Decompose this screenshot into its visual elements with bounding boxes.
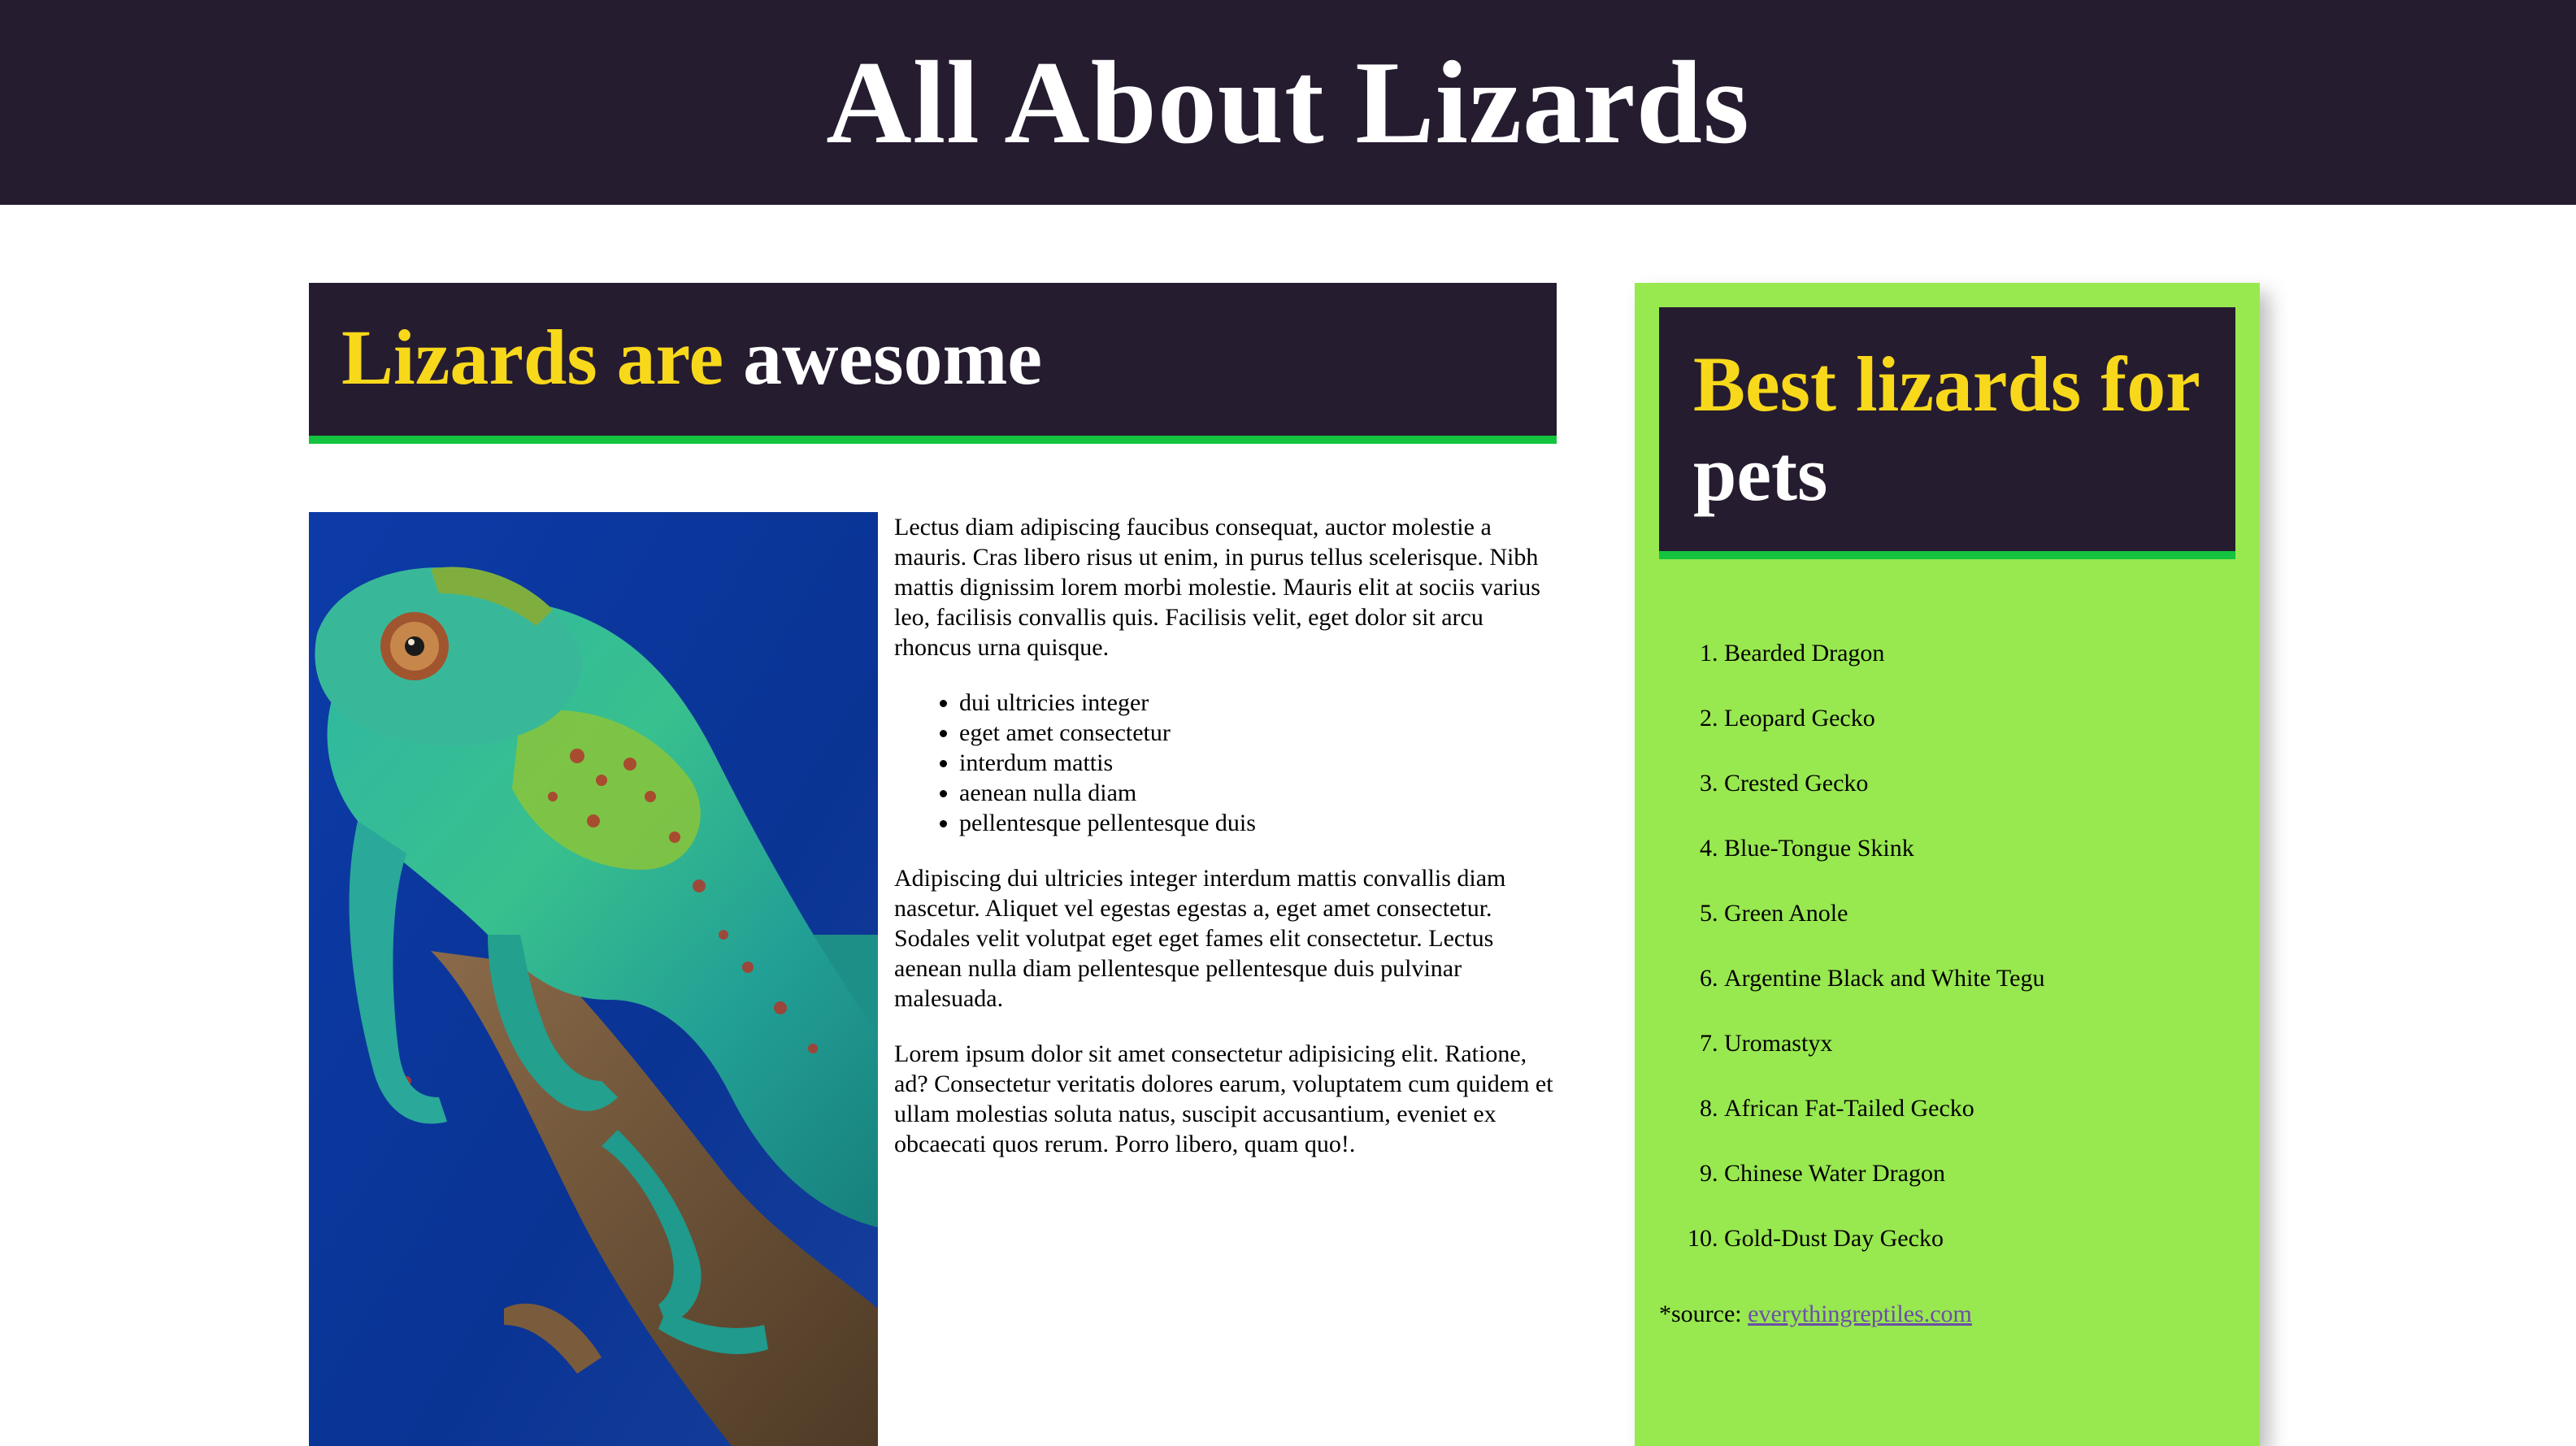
list-item: pellentesque pellentesque duis — [959, 808, 1557, 838]
list-item: Uromastyx — [1724, 1023, 2293, 1088]
article-paragraph-3: Lorem ipsum dolor sit amet consectetur a… — [894, 1040, 1553, 1157]
site-header: All About Lizards — [0, 0, 2576, 205]
chameleon-illustration — [309, 512, 878, 1446]
source-link[interactable]: everythingreptiles.com — [1748, 1301, 1972, 1327]
article-paragraph-1: Lectus diam adipiscing faucibus consequa… — [894, 514, 1540, 661]
sidebar-heading-highlight: Best lizards for — [1693, 341, 2200, 428]
list-item: Argentine Black and White Tegu — [1724, 957, 2293, 1023]
article-heading-rest: awesome — [743, 314, 1043, 401]
sidebar-heading-rest: pets — [1693, 430, 1828, 517]
article-heading-highlight: Lizards are — [341, 314, 724, 401]
source-line: *source: everythingreptiles.com — [1659, 1301, 1972, 1328]
article-bullet-list: dui ultricies integer eget amet consecte… — [894, 688, 1557, 838]
list-item: African Fat-Tailed Gecko — [1724, 1088, 2293, 1153]
list-item: Chinese Water Dragon — [1724, 1153, 2293, 1218]
best-pets-list: Bearded Dragon Leopard Gecko Crested Gec… — [1659, 632, 2293, 1283]
list-item: Leopard Gecko — [1724, 697, 2293, 762]
page-title: All About Lizards — [826, 37, 1750, 168]
list-item: aenean nulla diam — [959, 778, 1557, 808]
source-label: *source: — [1659, 1301, 1742, 1327]
sidebar-heading: Best lizards for pets — [1693, 340, 2222, 519]
list-item: Crested Gecko — [1724, 762, 2293, 827]
list-item: dui ultricies integer — [959, 688, 1557, 718]
sidebar-heading-box: Best lizards for pets — [1659, 307, 2235, 559]
article-body: Lectus diam adipiscing faucibus consequa… — [894, 512, 1557, 1184]
article-heading-box: Lizards are awesome — [309, 283, 1557, 444]
chameleon-image — [309, 512, 878, 1446]
list-item: interdum mattis — [959, 748, 1557, 778]
article-heading: Lizards are awesome — [341, 319, 1042, 397]
list-item: Blue-Tongue Skink — [1724, 827, 2293, 892]
list-item: eget amet consectetur — [959, 718, 1557, 748]
sidebar: Best lizards for pets Bearded Dragon Leo… — [1635, 283, 2260, 1446]
list-item: Gold-Dust Day Gecko — [1724, 1218, 2293, 1283]
article-paragraph-2: Adipiscing dui ultricies integer interdu… — [894, 865, 1506, 1012]
list-item: Bearded Dragon — [1724, 632, 2293, 697]
list-item: Green Anole — [1724, 892, 2293, 957]
